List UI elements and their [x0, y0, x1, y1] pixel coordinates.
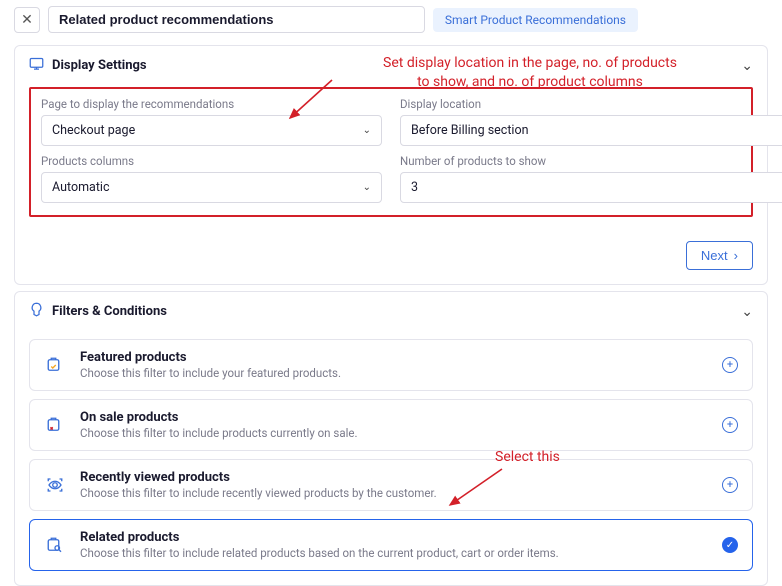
filter-text: Recently viewed products Choose this fil… — [80, 470, 708, 500]
columns-field-label: Products columns — [41, 154, 382, 168]
page-field-label: Page to display the recommendations — [41, 97, 382, 111]
close-icon: ✕ — [21, 12, 33, 28]
columns-select[interactable]: Automatic ⌄ — [41, 172, 382, 203]
filter-title: Recently viewed products — [80, 470, 708, 485]
chevron-down-icon: ⌄ — [363, 182, 371, 193]
count-select[interactable]: 3 ⌄ — [400, 172, 782, 203]
filter-icon — [29, 302, 44, 321]
filter-text: Related products Choose this filter to i… — [80, 530, 708, 560]
display-settings-panel: Display Settings ⌄ Page to display the r… — [14, 45, 768, 285]
page-select-value: Checkout page — [52, 123, 135, 138]
filter-item-featured-products[interactable]: Featured products Choose this filter to … — [29, 339, 753, 391]
next-button[interactable]: Next › — [686, 241, 753, 270]
filter-title: Related products — [80, 530, 708, 545]
eye-icon — [44, 476, 66, 494]
filter-item-on-sale-products[interactable]: On sale products Choose this filter to i… — [29, 399, 753, 451]
filters-header[interactable]: Filters & Conditions ⌄ — [15, 292, 767, 331]
location-field-label: Display location — [400, 97, 741, 111]
chevron-down-icon: ⌄ — [741, 58, 753, 74]
filter-desc: Choose this filter to include recently v… — [80, 486, 708, 500]
filter-desc: Choose this filter to include products c… — [80, 426, 708, 440]
filters-panel: Filters & Conditions ⌄ Featured products… — [14, 291, 768, 586]
add-icon: + — [722, 417, 738, 433]
highlight-box: Page to display the recommendations Chec… — [29, 87, 753, 217]
filter-title: Featured products — [80, 350, 708, 365]
chevron-down-icon: ⌄ — [363, 125, 371, 136]
filter-title: On sale products — [80, 410, 708, 425]
add-icon: + — [722, 477, 738, 493]
filter-text: On sale products Choose this filter to i… — [80, 410, 708, 440]
panel-title: Filters & Conditions — [52, 304, 733, 319]
filter-text: Featured products Choose this filter to … — [80, 350, 708, 380]
add-icon: + — [722, 357, 738, 373]
count-field-label: Number of products to show — [400, 154, 741, 168]
location-select-value: Before Billing section — [411, 123, 529, 138]
check-icon: ✓ — [722, 537, 738, 553]
location-select[interactable]: Before Billing section ⌄ — [400, 115, 782, 146]
star-icon — [44, 356, 66, 374]
x-icon — [44, 416, 66, 434]
display-settings-header[interactable]: Display Settings ⌄ — [15, 46, 767, 85]
page-select[interactable]: Checkout page ⌄ — [41, 115, 382, 146]
chevron-down-icon: ⌄ — [741, 304, 753, 320]
smart-recommendations-tag[interactable]: Smart Product Recommendations — [433, 8, 638, 32]
recommendation-title-input[interactable] — [48, 6, 425, 33]
search-icon — [44, 536, 66, 554]
close-button[interactable]: ✕ — [14, 7, 40, 33]
chevron-right-icon: › — [734, 248, 738, 263]
filter-desc: Choose this filter to include your featu… — [80, 366, 708, 380]
count-select-value: 3 — [411, 180, 418, 195]
columns-select-value: Automatic — [52, 180, 110, 195]
filter-item-related-products[interactable]: Related products Choose this filter to i… — [29, 519, 753, 571]
display-icon — [29, 56, 44, 75]
next-button-label: Next — [701, 248, 728, 263]
filter-item-recently-viewed-products[interactable]: Recently viewed products Choose this fil… — [29, 459, 753, 511]
panel-title: Display Settings — [52, 58, 733, 73]
